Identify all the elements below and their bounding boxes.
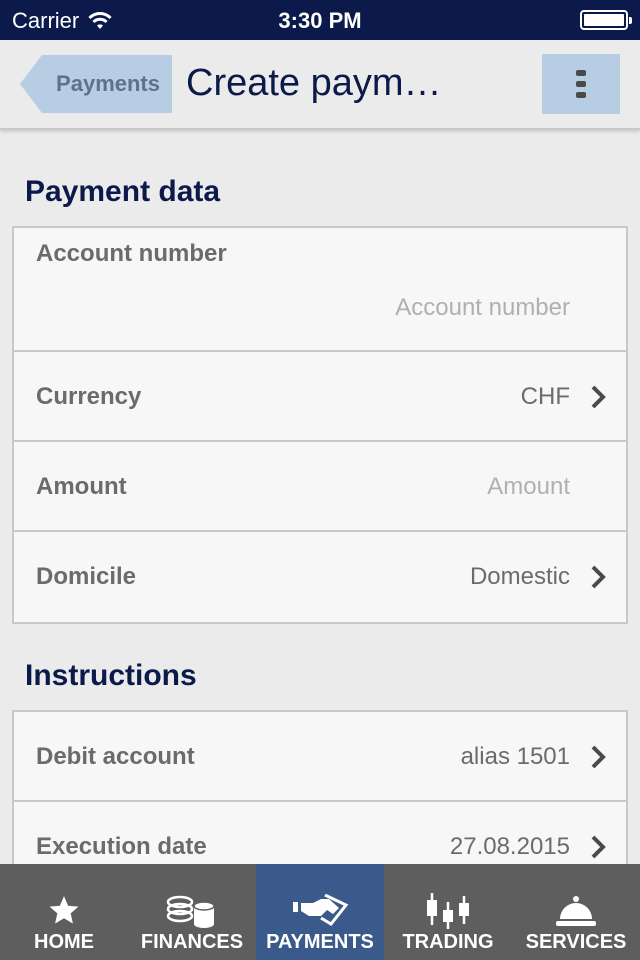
section-header-payment-data: Payment data — [25, 175, 221, 208]
debit-account-value: alias 1501 — [460, 743, 570, 770]
battery-full-icon — [580, 10, 632, 30]
handshake-icon — [293, 894, 349, 926]
service-bell-icon — [556, 896, 596, 926]
amount-label: Amount — [36, 473, 127, 500]
account-number-label: Account number — [36, 240, 227, 267]
tab-services[interactable]: SERVICES — [512, 864, 640, 960]
domicile-row[interactable]: Domicile Domestic — [14, 532, 626, 622]
tab-payments[interactable]: PAYMENTS — [256, 864, 384, 960]
execution-date-value: 27.08.2015 — [449, 833, 570, 860]
chevron-right-icon — [591, 745, 606, 769]
amount-placeholder[interactable]: Amount — [487, 473, 570, 501]
tab-home[interactable]: HOME — [0, 864, 128, 960]
execution-date-label: Execution date — [36, 833, 207, 860]
tab-finances[interactable]: FINANCES — [128, 864, 256, 960]
back-button[interactable]: Payments — [20, 55, 172, 113]
tab-trading[interactable]: TRADING — [384, 864, 512, 960]
more-menu-button[interactable] — [542, 54, 620, 114]
debit-account-label: Debit account — [36, 743, 195, 770]
navigation-bar: Payments Create paym… — [0, 40, 640, 130]
domicile-value: Domestic — [469, 563, 570, 590]
more-vertical-icon — [576, 70, 586, 76]
status-bar: Carrier 3:30 PM — [0, 0, 640, 40]
candlestick-chart-icon — [427, 893, 469, 929]
back-button-label: Payments — [56, 71, 160, 96]
chevron-right-icon — [591, 835, 606, 859]
chevron-right-icon — [591, 385, 606, 409]
coins-icon — [166, 895, 215, 928]
currency-value: CHF — [520, 383, 570, 410]
account-number-placeholder[interactable]: Account number — [395, 294, 570, 322]
account-number-field[interactable]: Account number Account number — [14, 228, 626, 352]
status-time: 3:30 PM — [278, 8, 362, 33]
debit-account-row[interactable]: Debit account alias 1501 — [14, 712, 626, 802]
tab-trading-label: TRADING — [402, 931, 494, 953]
section-header-instructions: Instructions — [25, 659, 197, 692]
tab-home-label: HOME — [34, 931, 94, 953]
tab-payments-label: PAYMENTS — [266, 931, 374, 953]
star-icon — [49, 896, 79, 924]
currency-row[interactable]: Currency CHF — [14, 352, 626, 442]
domicile-label: Domicile — [36, 563, 137, 590]
payment-data-group: Account number Account number Currency C… — [12, 226, 628, 624]
page-title: Create paym… — [186, 62, 442, 104]
tab-services-label: SERVICES — [525, 931, 627, 953]
tab-bar: HOME FINANCES PAYMENTS TRADING SERVICES — [0, 864, 640, 960]
chevron-right-icon — [591, 565, 606, 589]
currency-label: Currency — [36, 383, 142, 410]
tab-finances-label: FINANCES — [140, 931, 244, 953]
amount-field[interactable]: Amount Amount — [14, 442, 626, 532]
